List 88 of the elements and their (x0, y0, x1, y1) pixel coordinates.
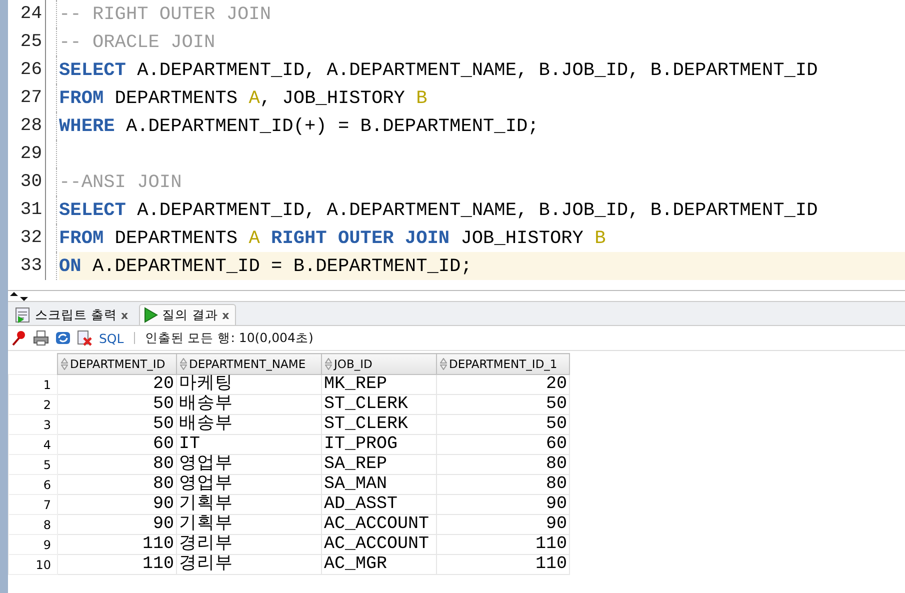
table-cell: ST_CLERK (322, 394, 436, 414)
pin-icon[interactable] (11, 330, 27, 346)
delete-document-icon[interactable] (77, 330, 93, 346)
result-tab[interactable]: 질의 결과 x (139, 304, 236, 325)
table-cell: AC_ACCOUNT (322, 514, 436, 534)
row-number: 4 (8, 434, 58, 454)
table-cell: 50 (436, 394, 570, 414)
row-number: 6 (8, 474, 58, 494)
sort-icon[interactable] (61, 358, 68, 370)
row-number: 5 (8, 454, 58, 474)
column-header: DEPARTMENT_ID_1 (449, 357, 558, 371)
table-cell: 90 (58, 494, 176, 514)
table-cell: 80 (436, 474, 570, 494)
table-cell: 60 (58, 434, 176, 454)
table-cell: 배송부 (176, 394, 322, 414)
table-cell: 80 (58, 474, 176, 494)
code-line: --ANSI JOIN (59, 172, 182, 192)
table-cell: 90 (436, 514, 570, 534)
print-icon[interactable] (33, 330, 49, 346)
line-number: 32 (19, 228, 43, 248)
line-number: 30 (19, 172, 43, 192)
line-number: 28 (19, 116, 43, 136)
table-cell: 110 (436, 554, 570, 574)
line-number: 31 (19, 200, 43, 220)
line-number: 33 (19, 256, 43, 276)
fetch-status: 인출된 모든 행: 10(0,004초) (144, 330, 314, 346)
column-header: DEPARTMENT_NAME (189, 357, 306, 371)
table-cell: 110 (58, 554, 176, 574)
table-cell: 기획부 (176, 514, 322, 534)
code-line: WHERE A.DEPARTMENT_ID(+) = B.DEPARTMENT_ID; (59, 116, 539, 136)
row-number: 9 (8, 534, 58, 554)
table-cell: 기획부 (176, 494, 322, 514)
row-number: 3 (8, 414, 58, 434)
table-cell: 마케팅 (176, 374, 322, 394)
code-line: FROM DEPARTMENTS A RIGHT OUTER JOIN JOB_HISTORY B (59, 228, 606, 248)
table-cell: 20 (436, 374, 570, 394)
table-cell: SA_REP (322, 454, 436, 474)
code-line: SELECT A.DEPARTMENT_ID, A.DEPARTMENT_NAME, B.JOB_ID, B.DEPARTMENT_ID (59, 60, 818, 80)
table-cell: ST_CLERK (322, 414, 436, 434)
table-cell: 영업부 (176, 474, 322, 494)
refresh-icon[interactable] (55, 330, 71, 346)
column-header: JOB_ID (334, 357, 372, 371)
table-cell: 90 (436, 494, 570, 514)
table-cell: MK_REP (322, 374, 436, 394)
play-icon (144, 307, 158, 323)
row-number: 7 (8, 494, 58, 514)
table-cell: 20 (58, 374, 176, 394)
table-cell: 110 (436, 534, 570, 554)
row-number: 10 (8, 554, 58, 574)
table-cell: IT (176, 434, 322, 454)
table-cell: 50 (58, 394, 176, 414)
table-cell: AC_MGR (322, 554, 436, 574)
line-number: 25 (19, 32, 43, 52)
table-cell: AD_ASST (322, 494, 436, 514)
code-line: SELECT A.DEPARTMENT_ID, A.DEPARTMENT_NAME, B.JOB_ID, B.DEPARTMENT_ID (59, 200, 818, 220)
line-number: 24 (19, 4, 43, 24)
table-cell: 110 (58, 534, 176, 554)
table-cell: 경리부 (176, 534, 322, 554)
table-cell: IT_PROG (322, 434, 436, 454)
code-line: -- RIGHT OUTER JOIN (59, 4, 272, 24)
splitter-arrows-icon[interactable] (8, 292, 30, 300)
line-number: 29 (19, 144, 43, 164)
table-cell: 배송부 (176, 414, 322, 434)
sort-icon[interactable] (440, 358, 447, 370)
table-cell: AC_ACCOUNT (322, 534, 436, 554)
row-number: 2 (8, 394, 58, 414)
table-cell: 50 (58, 414, 176, 434)
table-cell: 80 (436, 454, 570, 474)
row-number: 8 (8, 514, 58, 534)
line-number: 26 (19, 60, 43, 80)
table-cell: 60 (436, 434, 570, 454)
table-cell: 50 (436, 414, 570, 434)
table-cell: 경리부 (176, 554, 322, 574)
sql-link[interactable]: SQL (99, 330, 124, 346)
code-line: FROM DEPARTMENTS A, JOB_HISTORY B (59, 88, 428, 108)
table-cell: 80 (58, 454, 176, 474)
sort-icon[interactable] (180, 358, 187, 370)
table-cell: SA_MAN (322, 474, 436, 494)
code-line: ON A.DEPARTMENT_ID = B.DEPARTMENT_ID; (59, 256, 472, 276)
sort-icon[interactable] (325, 358, 332, 370)
row-number: 1 (8, 374, 58, 394)
column-header: DEPARTMENT_ID (70, 357, 166, 371)
script-document-icon (15, 307, 31, 323)
table-cell: 영업부 (176, 454, 322, 474)
line-number: 27 (19, 88, 43, 108)
result-tab[interactable]: 스크립트 출력 x (10, 304, 136, 325)
table-cell: 90 (58, 514, 176, 534)
code-line: -- ORACLE JOIN (59, 32, 216, 52)
